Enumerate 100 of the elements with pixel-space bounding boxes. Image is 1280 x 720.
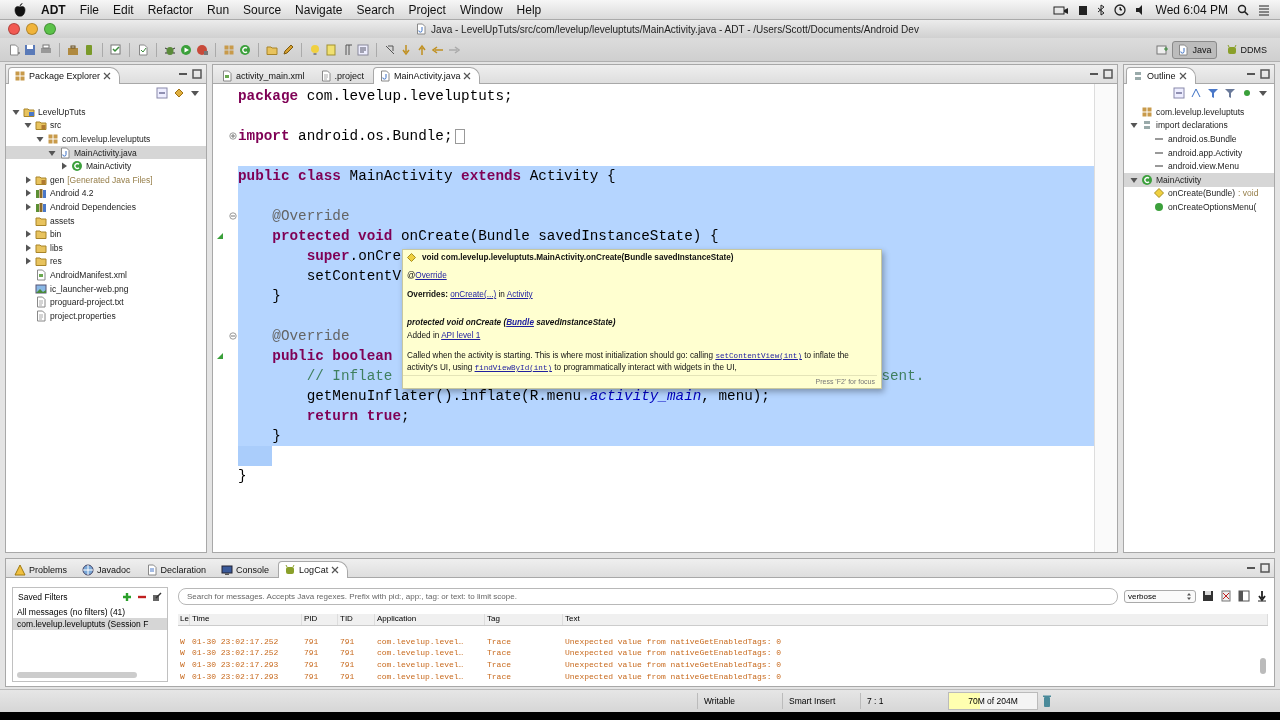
split-view-icon[interactable] [1238, 590, 1250, 603]
column-header[interactable]: Application [375, 614, 485, 626]
text-block-icon[interactable] [357, 43, 369, 56]
menu-item[interactable]: Run [200, 2, 237, 17]
document-icon[interactable] [8, 43, 20, 56]
close-icon[interactable] [103, 72, 112, 80]
filter-icon[interactable] [1207, 87, 1219, 99]
menu-item[interactable]: Project [401, 2, 453, 17]
column-header[interactable]: PID [302, 614, 338, 626]
menu-item[interactable]: Source [236, 2, 289, 17]
search-icon[interactable] [1237, 3, 1249, 16]
doc-link[interactable]: Override [415, 271, 447, 280]
tree-item[interactable]: MainActivity.java [6, 145, 206, 160]
scroll-down-icon[interactable] [1256, 590, 1268, 603]
maximize-icon[interactable] [192, 69, 202, 79]
trash-icon[interactable] [1042, 694, 1052, 708]
expand-arrow-icon[interactable] [48, 148, 56, 157]
column-header[interactable]: Tag [485, 614, 563, 626]
tree-item[interactable]: res [6, 254, 206, 269]
tree-item[interactable]: proguard-project.txt [6, 295, 206, 309]
tree-item[interactable]: LevelUpTuts [6, 105, 206, 119]
editor-tab[interactable]: activity_main.xml [215, 67, 314, 84]
column-header[interactable]: Time [190, 614, 302, 626]
minimize-icon[interactable] [1246, 70, 1256, 78]
filter-icon[interactable] [1224, 87, 1236, 99]
view-tab[interactable]: Outline [1126, 67, 1196, 84]
folded-code-marker[interactable] [454, 128, 465, 144]
expand-arrow-icon[interactable] [24, 257, 32, 266]
maximize-icon[interactable] [1103, 69, 1113, 79]
minimize-icon[interactable] [178, 70, 188, 78]
expand-arrow-icon[interactable] [24, 202, 32, 211]
minimize-icon[interactable] [1089, 70, 1099, 78]
zoom-window-button[interactable] [44, 23, 56, 35]
expand-fold-icon[interactable] [229, 132, 237, 140]
class-icon[interactable] [239, 43, 251, 56]
doc-link[interactable]: API level 1 [441, 331, 481, 340]
printer-icon[interactable] [40, 43, 52, 56]
tree-item[interactable]: ic_launcher-web.png [6, 281, 206, 296]
tree-item[interactable]: com.levelup.leveluptuts [1124, 105, 1274, 119]
edit-icon[interactable] [152, 592, 162, 603]
doc-link[interactable]: onCreate(...) [450, 290, 497, 299]
run-icon[interactable] [180, 43, 192, 56]
expand-arrow-icon[interactable] [24, 175, 32, 184]
tree-item[interactable]: android.app.Activity [1124, 145, 1274, 160]
expand-arrow-icon[interactable] [60, 162, 68, 171]
tree-item[interactable]: MainActivity [6, 159, 206, 173]
expand-arrow-icon[interactable] [12, 107, 20, 116]
lightbulb-icon[interactable] [309, 43, 321, 56]
menu-item[interactable]: File [72, 2, 106, 17]
expand-arrow-icon[interactable] [1130, 175, 1138, 184]
expand-arrow-icon[interactable] [36, 135, 44, 143]
tree-item[interactable]: bin [6, 227, 206, 241]
view-tab[interactable]: LogCat [278, 561, 349, 579]
expand-arrow-icon[interactable] [24, 243, 32, 252]
editor-tab[interactable]: MainActivity.java [373, 67, 481, 84]
collapse-fold-icon[interactable] [229, 212, 237, 220]
doc-link[interactable]: Activity [506, 290, 533, 299]
maximize-icon[interactable] [1260, 69, 1270, 79]
search-field[interactable]: Search for messages. Accepts Java regexes. Prefix with pid:, app:, tag: or text: to limit scope. [178, 587, 1118, 605]
tree-item[interactable]: onCreate(Bundle) : void [1124, 186, 1274, 201]
view-menu-icon[interactable] [1258, 89, 1268, 97]
run-tools-icon[interactable] [196, 43, 208, 56]
perspective-button[interactable]: DDMS [1220, 40, 1272, 59]
filter-item[interactable]: All messages (no filters) (41) [13, 606, 167, 619]
column-header[interactable]: TID [338, 614, 375, 626]
filter-item[interactable]: com.levelup.leveluptuts (Session F [13, 618, 167, 631]
close-window-button[interactable] [8, 23, 20, 35]
editor-tab[interactable]: .project [313, 67, 374, 84]
view-tab[interactable]: Problems [8, 561, 76, 579]
save-icon[interactable] [1202, 590, 1214, 603]
view-tab[interactable]: Console [215, 561, 279, 579]
tree-item[interactable]: Android 4.2 [6, 186, 206, 201]
menu-item[interactable]: Navigate [288, 2, 350, 17]
collapse-all-icon[interactable] [1173, 87, 1185, 99]
clear-log-icon[interactable] [1220, 590, 1232, 603]
tree-item[interactable]: android.view.Menu [1124, 159, 1274, 173]
tree-item[interactable]: assets [6, 213, 206, 228]
pencil-icon[interactable] [282, 43, 294, 56]
window-plus-icon[interactable] [1156, 43, 1169, 56]
close-icon[interactable] [331, 566, 340, 575]
close-icon[interactable] [1178, 72, 1187, 80]
view-tab[interactable]: Declaration [139, 561, 216, 579]
column-header[interactable]: Text [563, 614, 1268, 626]
tree-item[interactable]: Android Dependencies [6, 200, 206, 214]
list-icon[interactable] [1258, 3, 1270, 16]
menu-item[interactable]: Help [509, 2, 549, 17]
expand-arrow-icon[interactable] [24, 189, 32, 198]
briefcase-icon[interactable] [67, 43, 79, 56]
tree-item[interactable]: project.properties [6, 308, 206, 323]
view-tab[interactable]: Javadoc [76, 561, 140, 579]
close-icon[interactable] [463, 72, 472, 80]
tree-item[interactable]: gen [Generated Java Files] [6, 172, 206, 187]
view-tab[interactable]: Package Explorer [8, 67, 121, 84]
tree-item[interactable]: onCreateOptionsMenu( [1124, 200, 1274, 214]
document-icon[interactable] [137, 43, 149, 56]
folder-icon[interactable] [266, 43, 278, 56]
maximize-icon[interactable] [1260, 563, 1270, 574]
level-dropdown[interactable]: verbose [1124, 589, 1196, 603]
circle-icon[interactable] [1241, 87, 1253, 99]
expand-arrow-icon[interactable] [1130, 121, 1138, 130]
